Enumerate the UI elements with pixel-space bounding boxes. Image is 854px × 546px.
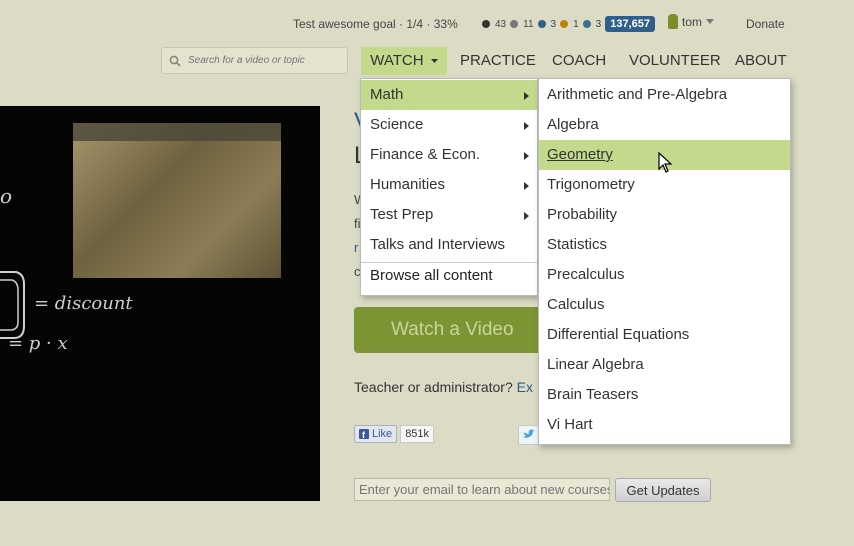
submenu-item-brain-teasers[interactable]: Brain Teasers [539,380,790,410]
medal-icon [582,20,591,28]
submenu-item-arithmetic[interactable]: Arithmetic and Pre-Algebra [539,80,790,110]
like-label: Like [372,428,393,440]
like-count: 851k [400,425,435,443]
chalk-text: = p · x [8,333,68,354]
submenu-item-statistics[interactable]: Statistics [539,230,790,260]
menu-item-label: Talks and Interviews [370,236,506,253]
teacher-text: Teacher or administrator? [354,379,513,395]
search-box[interactable] [161,47,348,74]
watch-dropdown-menu: Math Science Finance & Econ. Humanities … [360,78,538,296]
menu-item-finance[interactable]: Finance & Econ. [361,140,537,170]
chalk-text: o [0,184,13,208]
menu-item-test-prep[interactable]: Test Prep [361,200,537,230]
submenu-item-trigonometry[interactable]: Trigonometry [539,170,790,200]
submenu-item-label: Differential Equations [547,326,690,343]
submenu-item-vi-hart[interactable]: Vi Hart [539,410,790,440]
menu-item-label: Test Prep [370,206,434,223]
medal-icon [537,20,546,28]
math-submenu: Arithmetic and Pre-Algebra Algebra Geome… [538,78,791,445]
submenu-item-label: Arithmetic and Pre-Algebra [547,86,728,103]
mouse-cursor-icon [658,152,673,173]
medal-icon [560,20,569,28]
goal-status[interactable]: Test awesome goal · 1/4 · 33% [293,17,458,31]
menu-item-label: Finance & Econ. [370,146,481,163]
submenu-item-label: Geometry [547,146,613,163]
submenu-item-label: Calculus [547,296,605,313]
chevron-down-icon [706,18,715,24]
submenu-item-label: Linear Algebra [547,356,644,373]
submenu-arrow-icon [524,122,529,130]
nav-practice[interactable]: PRACTICE [460,47,536,75]
nav-watch[interactable]: WATCH [361,47,447,75]
submenu-item-linear-algebra[interactable]: Linear Algebra [539,350,790,380]
submenu-arrow-icon [524,212,529,220]
submenu-item-precalculus[interactable]: Precalculus [539,260,790,290]
medal-count: 1 [573,18,579,30]
medal-icon [510,20,519,28]
username: tom [682,14,703,29]
nav-watch-label: WATCH [370,52,424,69]
nav-volunteer[interactable]: VOLUNTEER [629,47,721,75]
submenu-item-label: Trigonometry [547,176,635,193]
energy-points-badge: 137,657 [605,16,655,32]
submenu-item-label: Precalculus [547,266,625,283]
search-icon [169,55,181,67]
facebook-like[interactable]: f Like 851k [354,425,435,443]
submenu-item-differential-equations[interactable]: Differential Equations [539,320,790,350]
medal-count: 11 [523,18,534,30]
teacher-link[interactable]: Ex [517,379,533,395]
avatar [668,14,678,29]
thumbnail-overlay-bar [73,123,281,141]
menu-item-math[interactable]: Math [361,80,537,110]
get-updates-button[interactable]: Get Updates [615,478,711,502]
submenu-item-probability[interactable]: Probability [539,200,790,230]
submenu-item-label: Algebra [547,116,599,133]
video-thumbnail [73,123,281,278]
submenu-item-label: Brain Teasers [547,386,639,403]
medal-icon [482,20,490,28]
watch-video-button[interactable]: Watch a Video [354,307,544,353]
submenu-item-algebra[interactable]: Algebra [539,110,790,140]
submenu-item-label: Probability [547,206,618,223]
submenu-item-label: Vi Hart [547,416,593,433]
nav-about[interactable]: ABOUT [735,47,787,75]
submenu-arrow-icon [524,182,529,190]
submenu-item-calculus[interactable]: Calculus [539,290,790,320]
menu-item-label: Humanities [370,176,446,193]
submenu-arrow-icon [524,152,529,160]
twitter-button[interactable] [518,425,540,445]
menu-item-science[interactable]: Science [361,110,537,140]
browse-all-link[interactable]: Browse all content [361,261,537,291]
email-input[interactable] [355,479,613,500]
badge-counts[interactable]: 43 11 3 1 3 137,657 [482,14,655,34]
menu-item-label: Math [370,86,404,103]
medal-count: 3 [595,18,602,30]
submenu-item-label: Statistics [547,236,608,253]
medal-count: 43 [495,18,507,30]
menu-item-label: Science [370,116,424,133]
menu-item-humanities[interactable]: Humanities [361,170,537,200]
caret-down-icon [430,58,438,63]
teacher-prompt: Teacher or administrator? Ex [354,379,533,395]
intro-link[interactable]: r [354,240,358,255]
submenu-arrow-icon [524,92,529,100]
like-button[interactable]: f Like [354,425,398,443]
email-field[interactable] [354,478,613,501]
donate-link[interactable]: Donate [746,17,785,31]
medal-count: 3 [550,18,557,30]
user-menu[interactable]: tom [668,14,715,29]
menu-item-label: Browse all content [370,267,493,284]
twitter-icon [523,429,535,438]
chalk-text: = discount [34,293,133,314]
search-input[interactable] [186,54,340,67]
nav-coach[interactable]: COACH [552,47,606,75]
menu-item-talks[interactable]: Talks and Interviews [361,230,537,260]
facebook-icon: f [359,429,369,439]
